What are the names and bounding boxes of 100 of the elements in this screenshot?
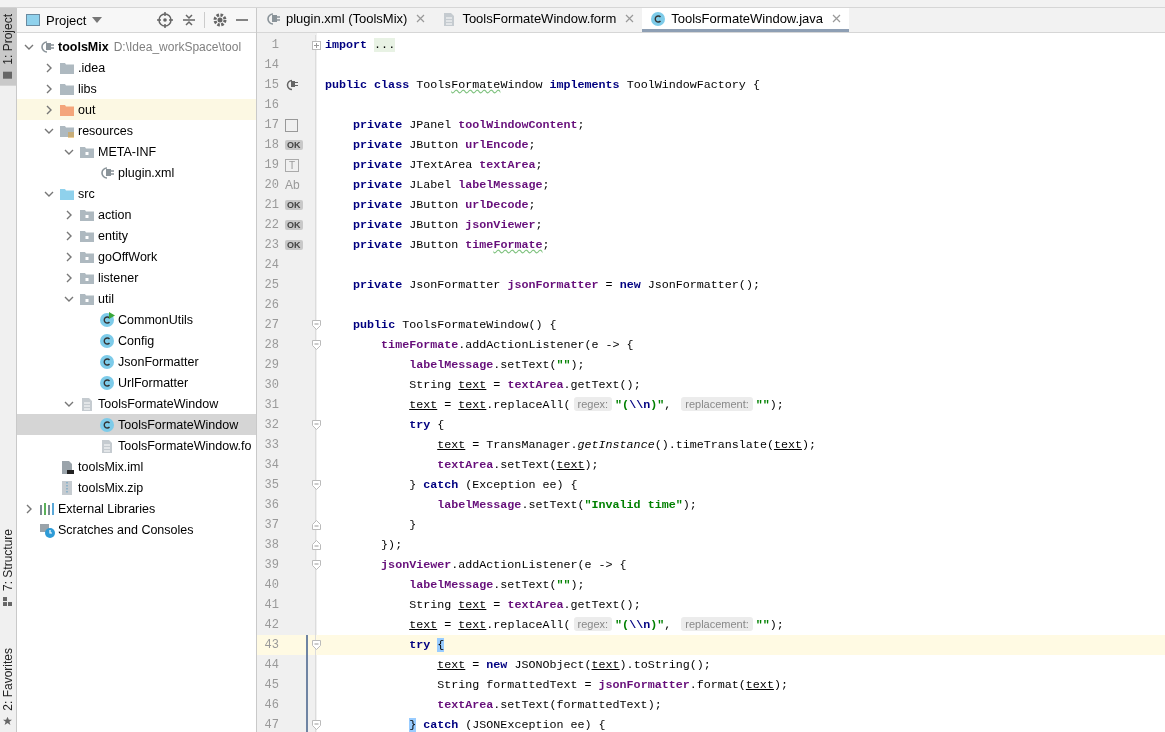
star-icon [3,717,13,726]
button-icon: OK [285,140,303,150]
line-number: 31 [263,398,279,412]
code-line: private JButton urlDecode; [352,198,536,212]
code-line: String formattedText = jsonFormatter.format(text); [436,678,788,692]
class-icon [99,332,115,349]
code-line: timeFormate.addActionListener(e -> { [380,338,634,352]
tree-item[interactable]: toolsMix.iml [17,456,256,477]
libraries-icon [39,500,55,517]
fold-icon [311,320,321,330]
code-line: textArea.setText(formattedText); [436,698,662,712]
tree-item[interactable]: libs [17,78,256,99]
module-file-icon [59,458,75,475]
close-icon [832,14,841,23]
tree-item[interactable]: UrlFormatter [17,372,256,393]
tree-item[interactable]: META-INF [17,141,256,162]
code-line: text = new JSONObject(text).toString(); [436,658,711,672]
tree-item[interactable]: resources [17,120,256,141]
tree-item[interactable]: goOffWork [17,246,256,267]
collapse-icon [181,12,197,28]
scratch-clock-icon [39,521,55,538]
plugin-file-icon [99,164,115,181]
line-number: 42 [263,618,279,632]
tree-item[interactable]: out [17,99,256,120]
code-line: try { [408,638,445,652]
tree-item[interactable]: JsonFormatter [17,351,256,372]
button-icon: OK [285,240,303,250]
code-line: }); [380,538,403,552]
tree-item[interactable]: Config [17,330,256,351]
tree-item[interactable]: toolsMix.zip [17,477,256,498]
fold-icon [311,720,321,730]
code-line: } [408,518,417,532]
minimize-icon [236,19,248,21]
button-icon: OK [285,200,303,210]
code-line: text = text.replaceAll( regex: "(\\n)", replacement: ""); [408,618,784,632]
line-number: 39 [263,558,279,572]
line-number: 30 [263,378,279,392]
code-line: String text = textArea.getText(); [408,378,641,392]
close-icon [625,14,635,23]
close-icon [416,14,426,23]
fold-icon [311,520,321,530]
fold-icon [311,560,321,570]
line-number: 33 [263,438,279,452]
editor-tab[interactable]: ToolsFormateWindow.java [642,8,849,32]
code-line: private JButton jsonViewer; [352,218,543,232]
line-number: 23 [263,238,279,252]
line-number: 43 [263,638,279,652]
code-line: String text = textArea.getText(); [408,598,641,612]
tree-item[interactable]: .idea [17,57,256,78]
settings-icon [212,12,228,28]
line-number: 37 [263,518,279,532]
tool-window-tab[interactable]: 2: Favorites [0,642,16,732]
editor-tab[interactable]: ToolsFormateWindow.form [433,8,643,32]
class-icon [99,374,115,391]
tool-window-tab[interactable]: 1: Project [0,8,16,86]
code-line: textArea.setText(text); [436,458,599,472]
locate-icon [157,12,173,28]
tree-item[interactable]: External Libraries [17,498,256,519]
class-icon [99,311,115,328]
line-number: 15 [263,78,279,92]
line-number: 45 [263,678,279,692]
tree-item[interactable]: Scratches and Consoles [17,519,256,540]
structure-icon [3,597,13,607]
tree-item[interactable]: ToolsFormateWindow [17,414,256,435]
tool-window-tab[interactable]: 7: Structure [0,523,16,613]
line-number: 25 [263,278,279,292]
tree-item[interactable]: listener [17,267,256,288]
tree-item[interactable]: toolsMix D:\Idea_workSpace\tool [17,36,256,57]
code-line: private JsonFormatter jsonFormatter = new JsonFormatter(); [352,278,760,292]
tree-item[interactable]: entity [17,225,256,246]
code-line: import ... [324,38,396,52]
code-line: private JButton timeFormate; [352,238,550,252]
line-number: 34 [263,458,279,472]
line-number: 14 [263,58,279,72]
line-number: 29 [263,358,279,372]
line-number: 22 [263,218,279,232]
line-number: 38 [263,538,279,552]
line-number: 1 [270,38,279,52]
line-number: 16 [263,98,279,112]
editor-tab[interactable]: plugin.xml (ToolsMix) [257,8,434,32]
code-line: } catch (Exception ee) { [408,478,578,492]
line-number: 28 [263,338,279,352]
tree-item[interactable]: plugin.xml [17,162,256,183]
tree-item[interactable]: ToolsFormateWindow [17,393,256,414]
tree-item[interactable]: ToolsFormateWindow.fo [17,435,256,456]
line-number: 36 [263,498,279,512]
tree-item[interactable]: util [17,288,256,309]
line-number: 26 [263,298,279,312]
tree-item[interactable]: CommonUtils [17,309,256,330]
panel-icon [285,118,298,132]
line-number: 24 [263,258,279,272]
code-line: text = text.replaceAll( regex: "(\\n)", replacement: ""); [408,398,784,412]
line-number: 18 [263,138,279,152]
line-number: 44 [263,658,279,672]
module-icon [39,38,55,55]
implements-icon [285,79,299,91]
tree-item[interactable]: src [17,183,256,204]
class-icon [99,353,115,370]
tree-item[interactable]: action [17,204,256,225]
code-line: private JLabel labelMessage; [352,178,550,192]
